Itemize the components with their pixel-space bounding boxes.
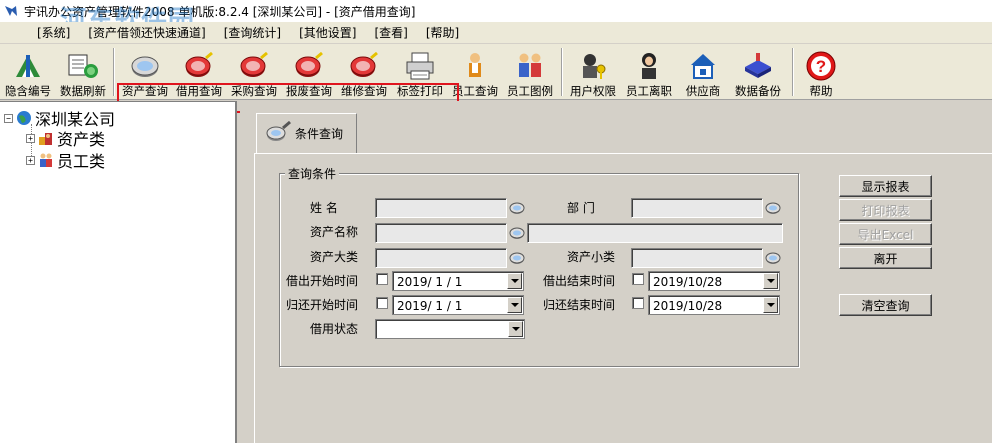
tab-label: 条件查询 [295, 127, 344, 141]
asset-minor-label: 资产小类 [567, 250, 616, 264]
label-print-button[interactable]: 标签打印 [393, 46, 447, 98]
purchase-query-button[interactable]: 采购查询 [228, 46, 280, 98]
borrow-query-button[interactable]: 借用查询 [173, 46, 225, 98]
collapse-icon[interactable]: − [4, 113, 13, 123]
asset-minor-field[interactable] [631, 248, 763, 268]
export-excel-button[interactable]: 导出Excel [839, 223, 932, 245]
chevron-down-icon[interactable] [763, 297, 778, 313]
svg-text:?: ? [816, 57, 826, 76]
repair-query-icon [347, 50, 381, 82]
dept-label: 部 门 [567, 201, 595, 215]
menu-system[interactable]: [系统] [28, 24, 79, 41]
dept-field[interactable] [631, 198, 763, 218]
asset-major-label: 资产大类 [310, 250, 359, 264]
employee-leave-icon [632, 50, 666, 82]
purchase-query-icon [237, 50, 271, 82]
hide-number-icon [11, 50, 45, 82]
clear-query-button[interactable]: 清空查询 [839, 294, 932, 316]
assets-icon [39, 133, 52, 145]
chevron-down-icon[interactable] [507, 297, 522, 313]
backup-button[interactable]: 数据备份 [730, 46, 786, 98]
asset-major-field[interactable] [375, 248, 507, 268]
borrow-status-select[interactable] [375, 319, 525, 339]
tree-item-assets[interactable]: + 资产类 [26, 126, 105, 150]
name-label: 姓 名 [310, 201, 338, 215]
return-end-label: 归还结束时间 [543, 298, 616, 312]
menu-query-stats[interactable]: [查询统计] [215, 24, 290, 41]
return-start-date[interactable]: 2019/ 1 / 1 [392, 295, 524, 315]
employee-legend-icon [513, 50, 547, 82]
leave-button[interactable]: 离开 [839, 247, 932, 269]
help-icon: ? [804, 50, 838, 82]
expand-icon[interactable]: + [26, 155, 35, 165]
toolbar: 隐含编号 数据刷新 资产查询 借用查询 采购查询 报废查询 维修查询 标签打印 … [0, 44, 992, 100]
name-field[interactable] [375, 198, 507, 218]
status-label: 借用状态 [310, 322, 359, 336]
return-end-checkbox[interactable] [632, 297, 644, 309]
asset-name-field[interactable] [375, 223, 507, 243]
supplier-icon [686, 50, 720, 82]
employee-query-button[interactable]: 员工查询 [449, 46, 501, 98]
tree-item-label: 资产类 [57, 130, 106, 149]
window-title: 宇讯办公资产管理软件2008 单机版:8.2.4 [深圳某公司] - [资产借用… [24, 4, 416, 19]
menu-quick-channel[interactable]: [资产借领还快速通道] [79, 24, 214, 41]
globe-icon [17, 111, 31, 125]
asset-name-lookup-icon[interactable] [507, 223, 527, 243]
menu-help[interactable]: [帮助] [417, 24, 468, 41]
asset-query-button[interactable]: 资产查询 [119, 46, 171, 98]
asset-name-extended-field [527, 223, 783, 243]
borrow-query-icon [182, 50, 216, 82]
chevron-down-icon[interactable] [507, 273, 522, 289]
menu-bar: [系统] [资产借领还快速通道] [查询统计] [其他设置] [查看] [帮助] [0, 22, 992, 43]
menu-other-settings[interactable]: [其他设置] [290, 24, 365, 41]
return-start-checkbox[interactable] [376, 297, 388, 309]
return-start-label: 归还开始时间 [286, 298, 359, 312]
app-icon [5, 6, 17, 16]
tree-item-employees[interactable]: + 员工类 [26, 148, 105, 172]
chevron-down-icon[interactable] [508, 321, 523, 337]
borrow-start-date[interactable]: 2019/ 1 / 1 [392, 271, 524, 291]
printer-icon [403, 50, 437, 82]
borrow-end-checkbox[interactable] [632, 273, 644, 285]
employees-icon [40, 153, 52, 167]
dept-lookup-icon[interactable] [763, 198, 783, 218]
employee-query-icon [458, 50, 492, 82]
employee-leave-button[interactable]: 员工离职 [622, 46, 676, 98]
search-icon [266, 120, 291, 141]
scrap-query-button[interactable]: 报废查询 [283, 46, 335, 98]
repair-query-button[interactable]: 维修查询 [337, 46, 391, 98]
borrow-end-label: 借出结束时间 [543, 274, 616, 288]
asset-minor-lookup-icon[interactable] [763, 248, 783, 268]
group-title: 查询条件 [285, 165, 340, 182]
user-permission-icon [576, 50, 610, 82]
help-button[interactable]: ? 帮助 [798, 46, 844, 98]
asset-major-lookup-icon[interactable] [507, 248, 527, 268]
show-report-button[interactable]: 显示报表 [839, 175, 932, 197]
refresh-button[interactable]: 数据刷新 [56, 46, 110, 98]
tree-item-label: 员工类 [57, 152, 106, 171]
supplier-button[interactable]: 供应商 [679, 46, 727, 98]
return-end-date[interactable]: 2019/10/28 [648, 295, 780, 315]
print-report-button[interactable]: 打印报表 [839, 199, 932, 221]
title-bar: 宇讯办公资产管理软件2008 单机版:8.2.4 [深圳某公司] - [资产借用… [0, 0, 992, 22]
refresh-icon [66, 50, 100, 82]
tree-panel: − 深圳某公司 + 资产类 + 员工类 [0, 101, 237, 443]
borrow-start-checkbox[interactable] [376, 273, 388, 285]
tab-condition-query[interactable]: 条件查询 [256, 113, 357, 153]
chevron-down-icon[interactable] [763, 273, 778, 289]
expand-icon[interactable]: + [26, 133, 35, 143]
backup-icon [741, 50, 775, 82]
name-lookup-icon[interactable] [507, 198, 527, 218]
scrap-query-icon [292, 50, 326, 82]
main-panel: 条件查询 查询条件 姓 名 部 门 资产名称 资产大类 资产小类 借出开始时间 … [240, 101, 992, 443]
borrow-start-label: 借出开始时间 [286, 274, 359, 288]
asset-name-label: 资产名称 [310, 225, 359, 239]
borrow-end-date[interactable]: 2019/10/28 [648, 271, 780, 291]
employee-legend-button[interactable]: 员工图例 [503, 46, 557, 98]
hide-number-button[interactable]: 隐含编号 [2, 46, 54, 98]
menu-view[interactable]: [查看] [366, 24, 417, 41]
user-permission-button[interactable]: 用户权限 [566, 46, 620, 98]
asset-query-icon [128, 50, 162, 82]
